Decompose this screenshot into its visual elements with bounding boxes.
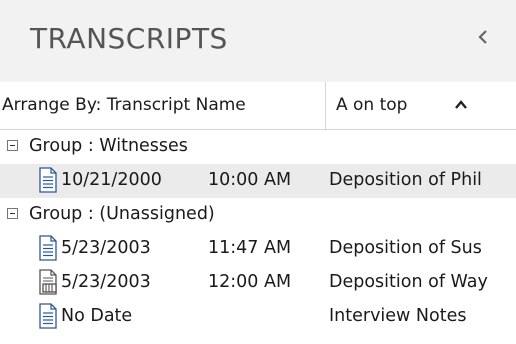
transcript-row[interactable]: 10/21/2000 10:00 AM Deposition of Phil <box>0 164 516 198</box>
document-icon <box>39 167 57 193</box>
sort-order-label: A on top <box>336 95 408 115</box>
chevron-left-icon <box>478 30 487 44</box>
transcript-time: 11:47 AM <box>208 238 292 258</box>
collapse-pane-button[interactable] <box>466 20 500 54</box>
sort-order-header[interactable]: A on top <box>326 82 516 129</box>
transcript-date: 5/23/2003 <box>61 272 151 292</box>
transcript-name: Interview Notes <box>329 306 467 326</box>
group-row[interactable]: Group : Witnesses <box>0 130 516 164</box>
transcript-name: Deposition of Way <box>329 272 488 292</box>
pane-title: TRANSCRIPTS <box>30 22 228 55</box>
transcript-row[interactable]: 5/23/2003 12:00 AM Deposition of Way <box>0 266 516 300</box>
collapse-group-icon[interactable] <box>7 208 18 219</box>
chevron-up-icon <box>455 100 467 109</box>
transcript-name: Deposition of Phil <box>329 170 482 190</box>
video-document-icon <box>39 269 57 295</box>
transcript-time: 10:00 AM <box>208 170 292 190</box>
group-label: Group : (Unassigned) <box>29 204 215 224</box>
transcripts-pane-header: TRANSCRIPTS <box>0 0 516 82</box>
transcript-date: 10/21/2000 <box>61 170 162 190</box>
transcript-date: No Date <box>61 306 133 326</box>
transcript-time: 12:00 AM <box>208 272 292 292</box>
arrange-by-header[interactable]: Arrange By: Transcript Name <box>0 82 326 129</box>
document-icon <box>39 303 57 329</box>
collapse-group-icon[interactable] <box>7 140 18 151</box>
transcript-row[interactable]: No Date Interview Notes <box>0 300 516 334</box>
transcript-date: 5/23/2003 <box>61 238 151 258</box>
column-header: Arrange By: Transcript Name A on top <box>0 82 516 130</box>
transcript-name: Deposition of Sus <box>329 238 482 258</box>
group-row[interactable]: Group : (Unassigned) <box>0 198 516 232</box>
arrange-by-label: Arrange By: Transcript Name <box>2 95 246 115</box>
transcript-tree: Group : Witnesses 10/21/2000 10:00 AM De… <box>0 130 516 334</box>
document-icon <box>39 235 57 261</box>
transcript-row[interactable]: 5/23/2003 11:47 AM Deposition of Sus <box>0 232 516 266</box>
group-label: Group : Witnesses <box>29 136 188 156</box>
